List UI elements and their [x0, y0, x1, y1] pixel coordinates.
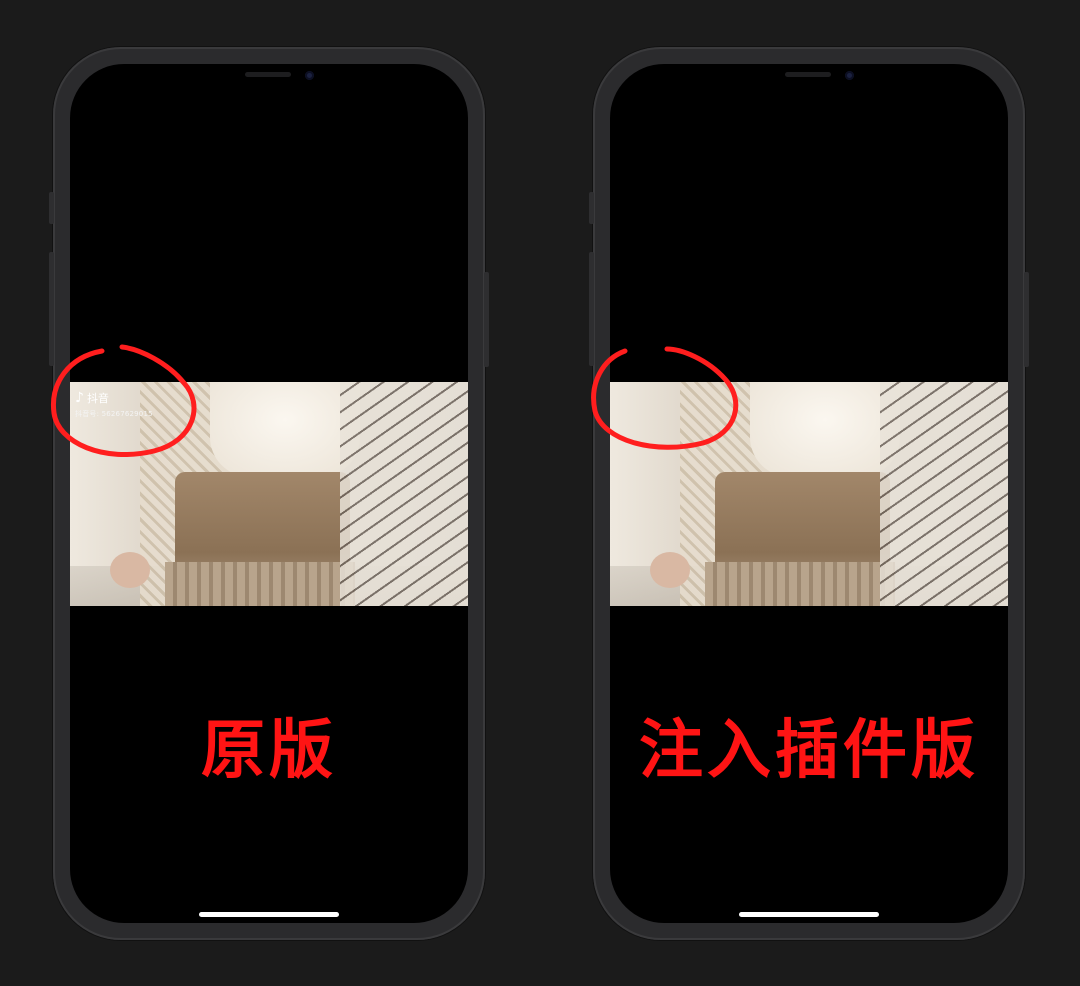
watermark-app-name: 抖音	[86, 392, 109, 405]
phone-frame-plugin: 注入插件版	[589, 47, 1029, 940]
front-camera	[305, 71, 314, 80]
phone-screen: ♪ 抖音 抖音号: 56267629015 原版	[70, 64, 468, 923]
earpiece-speaker	[245, 72, 291, 77]
douyin-watermark: ♪ 抖音	[75, 390, 109, 406]
video-frame[interactable]: ♪ 抖音 抖音号: 56267629015	[70, 382, 468, 606]
home-indicator[interactable]	[739, 912, 879, 917]
caption-original: 原版	[201, 714, 337, 788]
phone-frame-original: ♪ 抖音 抖音号: 56267629015 原版	[49, 47, 489, 940]
douyin-note-icon: ♪	[75, 390, 84, 406]
volume-down-button	[49, 304, 54, 366]
home-indicator[interactable]	[199, 912, 339, 917]
power-button	[484, 272, 489, 367]
power-button	[1024, 272, 1029, 367]
ring-silent-switch	[589, 192, 594, 224]
watermark-account-id: 抖音号: 56267629015	[75, 410, 153, 418]
phone-screen: 注入插件版	[610, 64, 1008, 923]
video-frame[interactable]	[610, 382, 1008, 606]
caption-plugin: 注入插件版	[639, 714, 979, 788]
front-camera	[845, 71, 854, 80]
volume-down-button	[589, 304, 594, 366]
earpiece-speaker	[785, 72, 831, 77]
ring-silent-switch	[49, 192, 54, 224]
